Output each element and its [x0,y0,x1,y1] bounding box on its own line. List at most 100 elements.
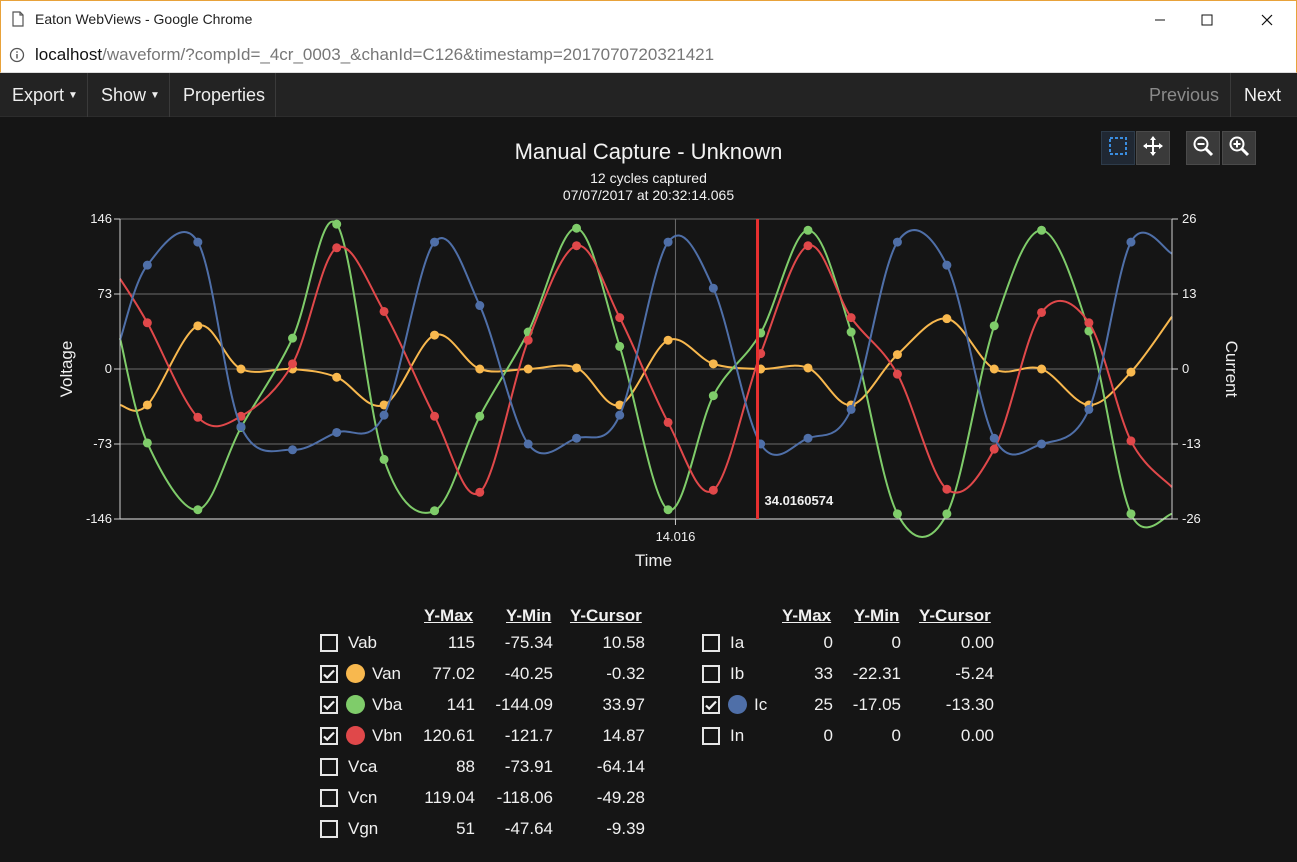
series-point-vbn [475,487,485,497]
x-axis-label: Time [635,551,672,570]
cell-ycursor: -5.24 [955,664,994,683]
col-header-ymin: Y-Min [854,606,900,625]
cell-ymax: 51 [456,819,475,838]
info-icon[interactable] [9,47,25,68]
cell-ymin: -17.05 [852,695,901,714]
series-point-vbn [332,243,342,253]
cell-ymin: -75.34 [504,633,553,652]
cell-ymin: -144.09 [495,695,553,714]
cell-ymin: -47.64 [504,819,553,838]
channel-row-vab[interactable]: Vab 115 -75.34 10.58 [320,631,650,655]
channel-checkbox[interactable] [320,665,338,683]
series-point-ic [1084,404,1094,414]
channel-checkbox[interactable] [320,634,338,652]
waveform-chart[interactable]: 146 26 73 13 0 0 -73 -13 -146 -26 14.016 Time Voltag… [0,200,1297,580]
address-bar[interactable]: localhost/waveform/?compId=_4cr_0003_&ch… [0,38,1297,73]
series-color-dot [346,664,365,683]
channel-row-ib[interactable]: Ib 33 -22.31 -5.24 [702,662,1032,686]
series-point-vbn [430,411,440,421]
channel-checkbox[interactable] [320,696,338,714]
checkmark-icon [323,731,335,742]
series-point-vba [846,327,856,337]
channel-name: In [730,726,745,745]
channel-checkbox[interactable] [702,696,720,714]
cell-ycursor: 0.00 [960,726,994,745]
y-tick-label-right: 0 [1182,361,1189,376]
channel-checkbox[interactable] [320,789,338,807]
channel-row-vca[interactable]: Vca 88 -73.91 -64.14 [320,755,650,779]
series-point-van [572,363,582,373]
channel-checkbox[interactable] [702,665,720,683]
cell-ymin: -22.31 [852,664,901,683]
col-header-ycursor: Y-Cursor [570,606,642,625]
series-point-vbn [615,313,625,323]
cell-ymax: 0 [823,726,833,745]
maximize-button[interactable] [1184,1,1230,39]
previous-label: Previous [1149,84,1220,105]
series-point-van [1126,367,1136,377]
series-point-vba [193,505,203,515]
previous-button[interactable]: Previous [1149,73,1219,117]
export-menu-button[interactable]: Export ▼ [0,73,88,117]
channel-name: Vcn [348,788,378,807]
channel-checkbox[interactable] [320,727,338,745]
series-point-ic [379,410,389,420]
url-text[interactable]: localhost/waveform/?compId=_4cr_0003_&ch… [35,45,714,65]
close-button[interactable] [1244,1,1290,39]
zoom-in-icon [1228,135,1250,162]
box-select-button[interactable] [1101,131,1135,165]
zoom-out-button[interactable] [1186,131,1220,165]
channel-row-vcn[interactable]: Vcn 119.04 -118.06 -49.28 [320,786,650,810]
window-title: Eaton WebViews - Google Chrome [35,11,253,27]
show-label: Show [101,84,147,105]
show-menu-button[interactable]: Show ▼ [89,73,170,117]
channel-row-ia[interactable]: Ia 0 0 0.00 [702,631,1032,655]
channel-row-vbn[interactable]: Vbn 120.61 -121.7 14.87 [320,724,650,748]
channel-name: Vab [348,633,377,652]
minimize-button[interactable] [1137,1,1183,39]
chevron-down-icon: ▼ [150,89,160,101]
checkmark-icon [323,700,335,711]
channel-row-ic[interactable]: Ic 25 -17.05 -13.30 [702,693,1032,717]
series-point-ic [708,283,718,293]
cell-ymax: 25 [814,695,833,714]
y-tick-label-left: -146 [86,511,112,526]
chart-series [119,219,1173,538]
properties-button[interactable]: Properties [171,73,276,117]
channel-checkbox[interactable] [702,634,720,652]
next-button[interactable]: Next [1244,73,1281,117]
channel-checkbox[interactable] [320,758,338,776]
channel-name: Ia [730,633,745,652]
series-point-vba [663,505,673,515]
zoom-in-button[interactable] [1222,131,1256,165]
series-point-ic [1037,439,1047,449]
channel-row-vba[interactable]: Vba 141 -144.09 33.97 [320,693,650,717]
cell-ycursor: -9.39 [606,819,645,838]
channel-checkbox[interactable] [702,727,720,745]
series-ic [119,229,1173,456]
channel-row-van[interactable]: Van 77.02 -40.25 -0.32 [320,662,650,686]
series-point-ic [615,410,625,420]
channel-row-in[interactable]: In 0 0 0.00 [702,724,1032,748]
cell-ymin: 0 [891,633,901,652]
series-point-ic [572,433,582,443]
y-tick-label-left: -73 [93,436,112,451]
channel-row-vgn[interactable]: Vgn 51 -47.64 -9.39 [320,817,650,841]
channel-name: Vbn [372,726,403,745]
series-point-van [708,359,718,369]
cell-ycursor: -0.32 [606,664,645,683]
series-point-van [430,330,440,340]
chart-subtitle: 12 cycles captured [590,170,707,186]
cell-ycursor: 10.58 [602,633,645,652]
series-point-van [332,372,342,382]
series-point-ic [236,422,246,432]
channel-checkbox[interactable] [320,820,338,838]
series-point-ic [663,237,673,247]
pan-button[interactable] [1136,131,1170,165]
series-point-vba [615,341,625,351]
series-point-ic [523,439,533,449]
series-point-vbn [892,369,902,379]
series-line-vba [119,220,1173,538]
series-color-dot [346,695,365,714]
checkmark-icon [705,700,717,711]
